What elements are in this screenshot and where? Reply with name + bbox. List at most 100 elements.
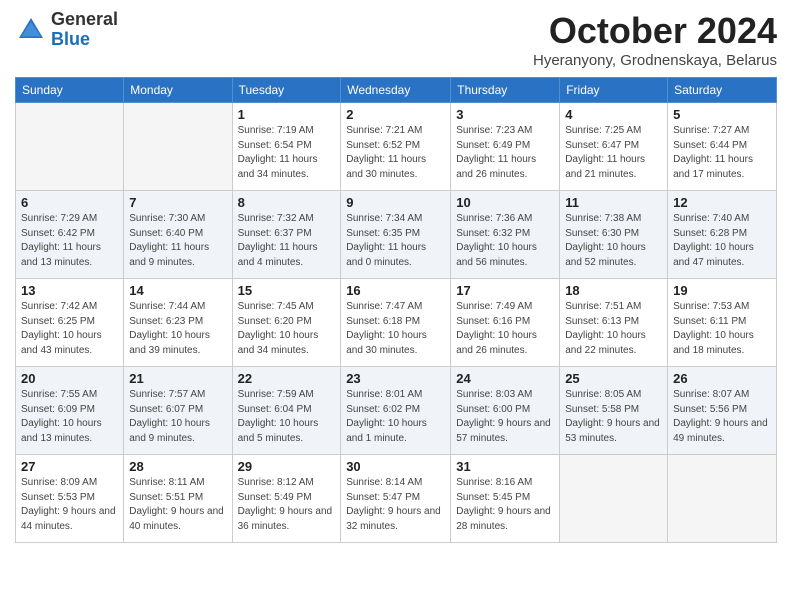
month-title: October 2024 [533,10,777,52]
day-number: 28 [129,459,226,474]
day-number: 9 [346,195,445,210]
calendar-cell [16,103,124,191]
day-detail: Sunrise: 7:36 AM Sunset: 6:32 PM Dayligh… [456,212,554,270]
calendar-cell: 17 Sunrise: 7:49 AM Sunset: 6:16 PM Dayli… [451,279,560,367]
day-number: 12 [673,195,771,210]
day-detail: Sunrise: 8:05 AM Sunset: 5:58 PM Dayligh… [565,388,662,446]
day-number: 21 [129,371,226,386]
day-detail: Sunrise: 7:30 AM Sunset: 6:40 PM Dayligh… [129,212,226,270]
day-number: 31 [456,459,554,474]
day-detail: Sunrise: 7:29 AM Sunset: 6:42 PM Dayligh… [21,212,118,270]
day-number: 2 [346,107,445,122]
day-number: 13 [21,283,118,298]
day-number: 19 [673,283,771,298]
calendar-cell: 21 Sunrise: 7:57 AM Sunset: 6:07 PM Dayli… [124,367,232,455]
day-detail: Sunrise: 7:42 AM Sunset: 6:25 PM Dayligh… [21,300,118,358]
week-row-4: 20Sunrise: 7:55 AM Sunset: 6:09 PM Dayli… [16,367,777,455]
days-of-week-row: SundayMondayTuesdayWednesdayThursdayFrid… [16,78,777,103]
day-detail: Sunrise: 7:49 AM Sunset: 6:16 PM Dayligh… [456,300,554,358]
day-header-tuesday: Tuesday [232,78,341,103]
day-detail: Sunrise: 8:01 AM Sunset: 6:02 PM Dayligh… [346,388,445,446]
day-number: 1 [238,107,336,122]
day-number: 6 [21,195,118,210]
day-number: 7 [129,195,226,210]
day-detail: Sunrise: 7:25 AM Sunset: 6:47 PM Dayligh… [565,124,662,182]
calendar-cell: 18Sunrise: 7:51 AM Sunset: 6:13 PM Dayli… [560,279,668,367]
day-number: 10 [456,195,554,210]
day-number: 29 [238,459,336,474]
calendar-cell: 11Sunrise: 7:38 AM Sunset: 6:30 PM Dayli… [560,191,668,279]
day-number: 23 [346,371,445,386]
calendar-cell: 27Sunrise: 8:09 AM Sunset: 5:53 PM Dayli… [16,455,124,543]
calendar-cell [124,103,232,191]
day-number: 8 [238,195,336,210]
day-detail: Sunrise: 7:44 AM Sunset: 6:23 PM Dayligh… [129,300,226,358]
day-header-monday: Monday [124,78,232,103]
calendar-cell: 3 Sunrise: 7:23 AM Sunset: 6:49 PM Daylig… [451,103,560,191]
calendar-cell: 6 Sunrise: 7:29 AM Sunset: 6:42 PM Daylig… [16,191,124,279]
day-detail: Sunrise: 7:38 AM Sunset: 6:30 PM Dayligh… [565,212,662,270]
day-number: 17 [456,283,554,298]
day-number: 15 [238,283,336,298]
day-detail: Sunrise: 7:40 AM Sunset: 6:28 PM Dayligh… [673,212,771,270]
day-detail: Sunrise: 8:16 AM Sunset: 5:45 PM Dayligh… [456,476,554,534]
week-row-3: 13 Sunrise: 7:42 AM Sunset: 6:25 PM Dayli… [16,279,777,367]
week-row-5: 27Sunrise: 8:09 AM Sunset: 5:53 PM Dayli… [16,455,777,543]
calendar-body: 1 Sunrise: 7:19 AM Sunset: 6:54 PM Daylig… [16,103,777,543]
calendar-cell: 19 Sunrise: 7:53 AM Sunset: 6:11 PM Dayli… [668,279,777,367]
calendar-cell: 24Sunrise: 8:03 AM Sunset: 6:00 PM Dayli… [451,367,560,455]
logo: General Blue [15,10,118,50]
calendar-cell: 9 Sunrise: 7:34 AM Sunset: 6:35 PM Daylig… [341,191,451,279]
day-detail: Sunrise: 7:57 AM Sunset: 6:07 PM Dayligh… [129,388,226,446]
calendar-cell: 22Sunrise: 7:59 AM Sunset: 6:04 PM Dayli… [232,367,341,455]
day-number: 20 [21,371,118,386]
calendar-cell: 15 Sunrise: 7:45 AM Sunset: 6:20 PM Dayli… [232,279,341,367]
day-header-friday: Friday [560,78,668,103]
day-header-thursday: Thursday [451,78,560,103]
logo-line1: General [51,10,118,30]
calendar-cell: 14 Sunrise: 7:44 AM Sunset: 6:23 PM Dayli… [124,279,232,367]
day-detail: Sunrise: 8:14 AM Sunset: 5:47 PM Dayligh… [346,476,445,534]
calendar-cell: 8 Sunrise: 7:32 AM Sunset: 6:37 PM Daylig… [232,191,341,279]
calendar-cell: 26 Sunrise: 8:07 AM Sunset: 5:56 PM Dayli… [668,367,777,455]
calendar-cell: 20Sunrise: 7:55 AM Sunset: 6:09 PM Dayli… [16,367,124,455]
day-detail: Sunrise: 8:07 AM Sunset: 5:56 PM Dayligh… [673,388,771,446]
calendar-cell: 23 Sunrise: 8:01 AM Sunset: 6:02 PM Dayli… [341,367,451,455]
week-row-2: 6 Sunrise: 7:29 AM Sunset: 6:42 PM Daylig… [16,191,777,279]
day-detail: Sunrise: 8:11 AM Sunset: 5:51 PM Dayligh… [129,476,226,534]
calendar-cell: 30 Sunrise: 8:14 AM Sunset: 5:47 PM Dayli… [341,455,451,543]
day-detail: Sunrise: 7:45 AM Sunset: 6:20 PM Dayligh… [238,300,336,358]
calendar-cell: 4 Sunrise: 7:25 AM Sunset: 6:47 PM Daylig… [560,103,668,191]
day-header-wednesday: Wednesday [341,78,451,103]
calendar-cell: 7 Sunrise: 7:30 AM Sunset: 6:40 PM Daylig… [124,191,232,279]
day-number: 5 [673,107,771,122]
day-detail: Sunrise: 7:53 AM Sunset: 6:11 PM Dayligh… [673,300,771,358]
calendar-cell: 29 Sunrise: 8:12 AM Sunset: 5:49 PM Dayli… [232,455,341,543]
day-number: 22 [238,371,336,386]
day-detail: Sunrise: 7:19 AM Sunset: 6:54 PM Dayligh… [238,124,336,182]
day-number: 30 [346,459,445,474]
day-detail: Sunrise: 7:27 AM Sunset: 6:44 PM Dayligh… [673,124,771,182]
day-detail: Sunrise: 7:47 AM Sunset: 6:18 PM Dayligh… [346,300,445,358]
calendar-cell: 25 Sunrise: 8:05 AM Sunset: 5:58 PM Dayli… [560,367,668,455]
day-number: 25 [565,371,662,386]
calendar-cell: 31 Sunrise: 8:16 AM Sunset: 5:45 PM Dayli… [451,455,560,543]
day-detail: Sunrise: 8:09 AM Sunset: 5:53 PM Dayligh… [21,476,118,534]
title-block: October 2024 Hyeranyony, Grodnenskaya, B… [533,10,777,69]
day-number: 18 [565,283,662,298]
day-number: 4 [565,107,662,122]
calendar-table: SundayMondayTuesdayWednesdayThursdayFrid… [15,77,777,543]
logo-icon [15,14,47,46]
location: Hyeranyony, Grodnenskaya, Belarus [533,52,777,69]
day-detail: Sunrise: 7:23 AM Sunset: 6:49 PM Dayligh… [456,124,554,182]
day-number: 26 [673,371,771,386]
calendar-cell: 2Sunrise: 7:21 AM Sunset: 6:52 PM Daylig… [341,103,451,191]
day-detail: Sunrise: 7:34 AM Sunset: 6:35 PM Dayligh… [346,212,445,270]
day-header-saturday: Saturday [668,78,777,103]
calendar-cell: 5 Sunrise: 7:27 AM Sunset: 6:44 PM Daylig… [668,103,777,191]
day-detail: Sunrise: 8:12 AM Sunset: 5:49 PM Dayligh… [238,476,336,534]
day-detail: Sunrise: 7:32 AM Sunset: 6:37 PM Dayligh… [238,212,336,270]
day-number: 3 [456,107,554,122]
day-number: 14 [129,283,226,298]
week-row-1: 1 Sunrise: 7:19 AM Sunset: 6:54 PM Daylig… [16,103,777,191]
